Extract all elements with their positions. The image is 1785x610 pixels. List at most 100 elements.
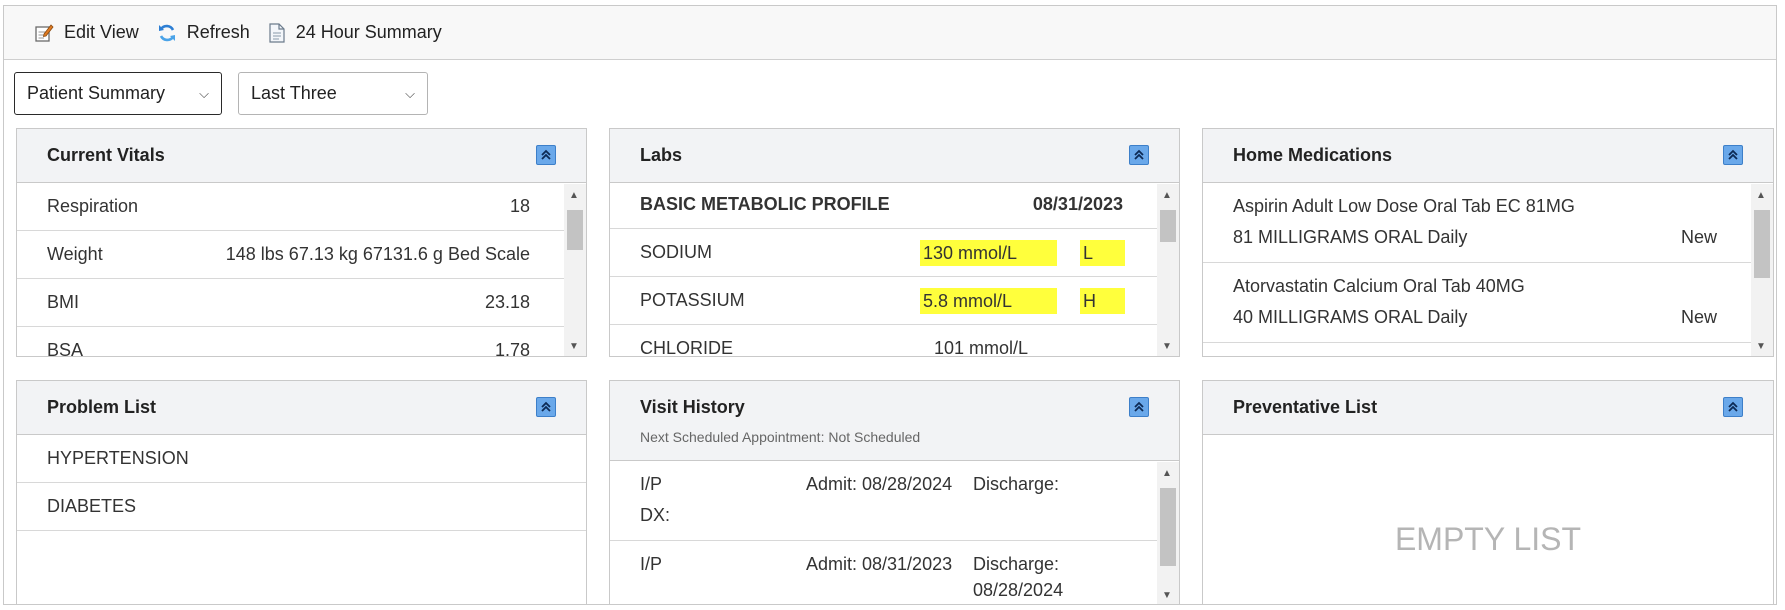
medication-status: New — [1680, 227, 1717, 247]
problem-name: HYPERTENSION — [47, 448, 189, 468]
panel-header: Labs — [610, 129, 1179, 183]
lab-group-name: BASIC METABOLIC PROFILE — [640, 194, 890, 214]
panel-title: Home Medications — [1233, 145, 1393, 165]
range-select-value: Last Three — [251, 83, 337, 103]
lab-row: CHLORIDE 101 mmol/L — [610, 325, 1179, 357]
collapse-up-icon[interactable] — [536, 397, 556, 417]
toolbar: Edit View Refresh 24 Hour Summary — [4, 6, 1776, 60]
panel-header: Problem List — [17, 381, 586, 435]
vital-value: 18 — [509, 196, 530, 216]
chevron-down-icon: ⌵ — [199, 85, 209, 101]
scroll-thumb[interactable] — [1160, 210, 1176, 242]
vital-value: 1.78 — [494, 340, 530, 357]
collapse-up-icon[interactable] — [1723, 397, 1743, 417]
visit-admit: Admit: 08/31/2023 — [806, 554, 953, 574]
problem-name: DIABETES — [47, 496, 137, 516]
medication-status: New — [1680, 307, 1717, 327]
medication-name: Atorvastatin Calcium Oral Tab 40MG — [1233, 276, 1525, 296]
problem-list-panel: Problem List HYPERTENSION DIABETES — [16, 380, 587, 604]
panel-title: Visit History — [640, 397, 745, 417]
visit-discharge-date: 08/28/2024 — [973, 580, 1064, 600]
medications-scrollbar[interactable]: ▲ ▼ — [1751, 184, 1773, 356]
edit-view-label: Edit View — [64, 22, 139, 42]
home-medications-panel: Home Medications Aspirin Adult Low Dose … — [1202, 128, 1774, 357]
edit-view-button[interactable]: Edit View — [34, 22, 139, 43]
current-vitals-panel: Current Vitals Respiration 18 Weight 148… — [16, 128, 587, 357]
scroll-up-icon[interactable]: ▲ — [1162, 190, 1172, 201]
view-select[interactable]: Patient Summary ⌵ — [14, 72, 222, 115]
lab-name: CHLORIDE — [640, 338, 734, 357]
scroll-down-icon[interactable]: ▼ — [1162, 341, 1172, 352]
problem-item: DIABETES — [17, 483, 586, 531]
panel-header: Current Vitals — [17, 129, 586, 183]
refresh-button[interactable]: Refresh — [157, 22, 250, 43]
scroll-up-icon[interactable]: ▲ — [1162, 468, 1172, 479]
edit-view-icon — [35, 23, 54, 42]
preventative-list-panel: Preventative List EMPTY LIST — [1202, 380, 1774, 604]
vital-row: BMI 23.18 — [17, 279, 586, 327]
lab-flag: L — [1080, 240, 1125, 266]
panel-title: Labs — [640, 145, 683, 165]
refresh-label: Refresh — [186, 22, 250, 42]
vital-label: BSA — [47, 340, 84, 357]
collapse-up-icon[interactable] — [1129, 397, 1149, 417]
refresh-icon — [158, 24, 175, 41]
next-appointment: Next Scheduled Appointment: Not Schedule… — [640, 429, 921, 445]
empty-list-message: EMPTY LIST — [1394, 521, 1582, 557]
labs-scrollbar[interactable]: ▲ ▼ — [1157, 184, 1179, 356]
medication-item: Atorvastatin Calcium Oral Tab 40MG 40 MI… — [1203, 263, 1773, 343]
scroll-down-icon[interactable]: ▼ — [569, 341, 579, 352]
medication-name: Aspirin Adult Low Dose Oral Tab EC 81MG — [1233, 196, 1575, 216]
lab-name: SODIUM — [640, 242, 712, 262]
patient-summary-window: Edit View Refresh 24 Hour Summary Patien… — [3, 5, 1777, 605]
scroll-thumb[interactable] — [1160, 488, 1176, 566]
vitals-scrollbar[interactable]: ▲ ▼ — [564, 184, 586, 356]
vital-row: Weight 148 lbs 67.13 kg 67131.6 g Bed Sc… — [17, 231, 586, 279]
scroll-thumb[interactable] — [1754, 210, 1770, 278]
visit-discharge-label: Discharge: — [973, 554, 1060, 574]
chevron-down-icon: ⌵ — [405, 85, 415, 101]
panel-header: Preventative List — [1203, 381, 1773, 435]
scroll-up-icon[interactable]: ▲ — [569, 190, 579, 201]
lab-value: 130 mmol/L — [920, 240, 1057, 266]
panel-title: Current Vitals — [47, 145, 165, 165]
vital-label: Respiration — [47, 196, 139, 216]
medication-item: Aspirin Adult Low Dose Oral Tab EC 81MG … — [1203, 183, 1773, 263]
scroll-thumb[interactable] — [567, 210, 583, 250]
collapse-up-icon[interactable] — [536, 145, 556, 165]
visit-admit: Admit: 08/28/2024 — [806, 474, 953, 494]
lab-name: POTASSIUM — [640, 290, 745, 310]
scroll-down-icon[interactable]: ▼ — [1756, 341, 1766, 352]
filter-bar: Patient Summary ⌵ Last Three ⌵ — [14, 72, 444, 115]
panel-header: Visit History Next Scheduled Appointment… — [610, 381, 1179, 461]
24-hour-summary-label: 24 Hour Summary — [295, 22, 442, 42]
visit-history-panel: Visit History Next Scheduled Appointment… — [609, 380, 1180, 604]
medication-dose: 40 MILLIGRAMS ORAL Daily — [1233, 307, 1468, 327]
view-select-value: Patient Summary — [27, 83, 166, 103]
vital-value: 23.18 — [484, 292, 530, 312]
lab-flag: H — [1080, 288, 1125, 314]
collapse-up-icon[interactable] — [1129, 145, 1149, 165]
vital-value: 148 lbs 67.13 kg 67131.6 g Bed Scale — [225, 244, 530, 264]
scroll-up-icon[interactable]: ▲ — [1756, 190, 1766, 201]
lab-value: 101 mmol/L — [934, 338, 1029, 357]
visit-type: I/P — [640, 474, 663, 494]
visit-item: I/P Admit: 08/31/2023 Discharge: 08/28/2… — [610, 541, 1179, 604]
range-select[interactable]: Last Three ⌵ — [238, 72, 428, 115]
visits-scrollbar[interactable]: ▲ ▼ — [1157, 462, 1179, 604]
lab-value: 5.8 mmol/L — [920, 288, 1057, 314]
vital-row: BSA 1.78 — [17, 327, 586, 357]
lab-group-header: BASIC METABOLIC PROFILE 08/31/2023 — [610, 183, 1179, 229]
collapse-up-icon[interactable] — [1723, 145, 1743, 165]
visit-discharge-label: Discharge: — [973, 474, 1060, 494]
lab-row: SODIUM 130 mmol/L L — [610, 229, 1179, 277]
panel-title: Preventative List — [1233, 397, 1378, 417]
vital-label: Weight — [47, 244, 103, 264]
vital-row: Respiration 18 — [17, 183, 586, 231]
panel-title: Problem List — [47, 397, 157, 417]
scroll-down-icon[interactable]: ▼ — [1162, 590, 1172, 601]
document-icon — [269, 22, 285, 43]
lab-row: POTASSIUM 5.8 mmol/L H — [610, 277, 1179, 325]
24-hour-summary-button[interactable]: 24 Hour Summary — [268, 22, 442, 43]
visit-item: I/P Admit: 08/28/2024 Discharge: DX: — [610, 461, 1179, 541]
